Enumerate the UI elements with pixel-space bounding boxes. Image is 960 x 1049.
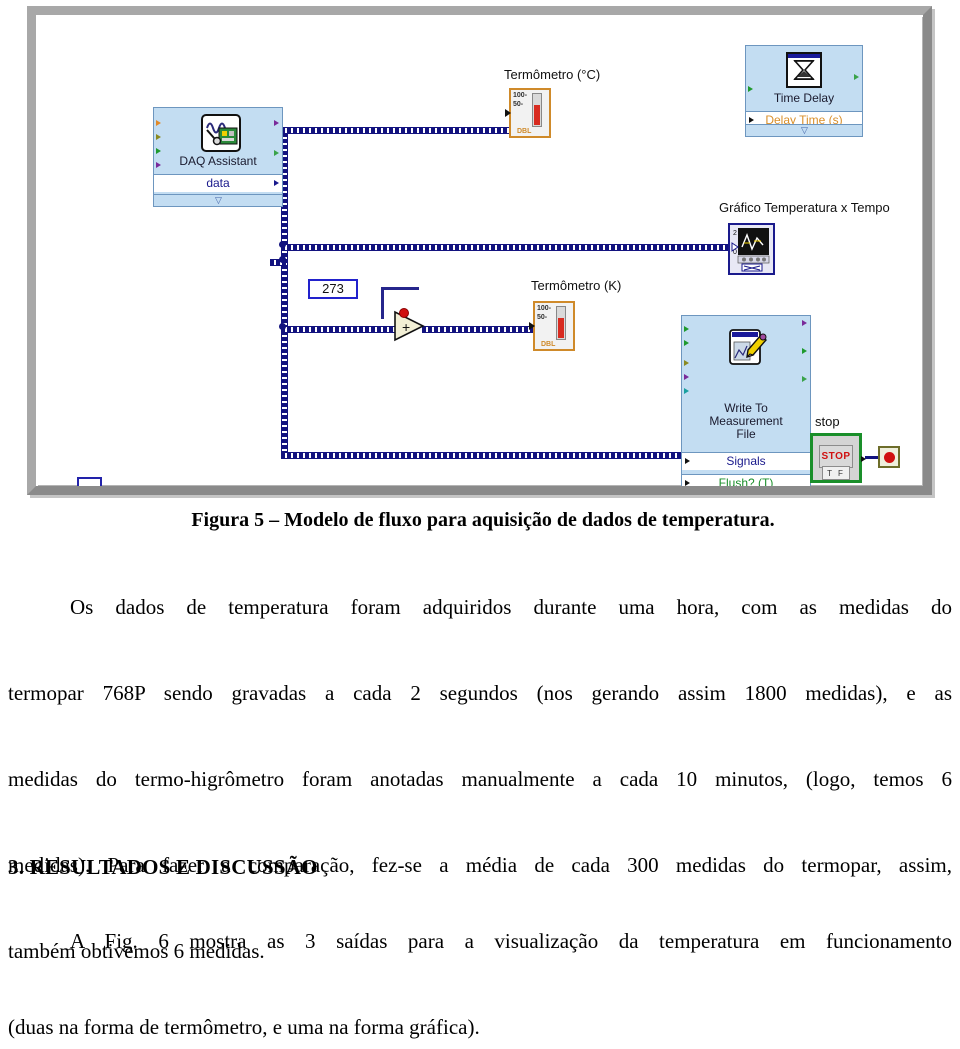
terminal-left-5-icon <box>684 388 689 394</box>
time-delay-grow-handle[interactable]: ▽ <box>746 124 862 136</box>
daq-grow-handle[interactable]: ▽ <box>154 194 282 206</box>
waveform-chart-icon: 2 0 <box>730 225 773 273</box>
signals-label: Signals <box>726 454 766 468</box>
daq-data-terminal[interactable]: data <box>154 174 282 192</box>
svg-text:+: + <box>402 319 410 335</box>
daq-assistant-title: DAQ Assistant <box>179 154 257 168</box>
node-write-to-measurement-file[interactable]: Write To Measurement File Signals Flush?… <box>681 315 811 486</box>
numeric-constant-273[interactable]: 273 <box>308 279 358 299</box>
wire-junction <box>279 323 286 330</box>
svg-text:2: 2 <box>733 230 737 237</box>
terminal-right-1-icon <box>274 120 279 126</box>
wire-stop-to-condition <box>865 456 879 459</box>
signals-terminal[interactable]: Signals <box>682 452 810 470</box>
while-loop-frame: DAQ Assistant data ▽ Time Delay Delay Ti… <box>27 6 932 495</box>
figure-labview-diagram: DAQ Assistant data ▽ Time Delay Delay Ti… <box>0 0 960 500</box>
loop-conditional-terminal[interactable] <box>878 446 900 468</box>
wire-to-thermometer-c <box>281 127 536 134</box>
wire-to-graph <box>281 244 731 251</box>
thermo-k-input-arrow-icon <box>529 322 535 330</box>
signals-arrow-icon <box>685 458 690 464</box>
indicator-thermometer-celsius[interactable]: 100- 50- DBL <box>505 88 551 138</box>
terminal-left-2-icon <box>156 134 161 140</box>
wire-constant-vertical <box>381 287 384 319</box>
flush-arrow-icon <box>685 480 690 486</box>
paragraph-2-line-1: A Fig. 6 mostra as 3 saídas para a visua… <box>70 929 952 953</box>
stop-boolean-text: T F <box>822 466 850 480</box>
stop-sign-icon <box>883 451 895 463</box>
daq-data-label: data <box>206 176 230 190</box>
wire-add-to-thermometer-k <box>422 326 546 333</box>
terminal-right-2-icon <box>802 348 807 354</box>
wire-constant-horizontal <box>381 287 419 290</box>
thermo-c-scale: 100- 50- <box>513 92 527 108</box>
terminal-left-4-icon <box>684 374 689 380</box>
chevron-down-icon: ▽ <box>801 125 808 135</box>
control-stop-button[interactable]: STOP T F <box>810 433 866 483</box>
stop-label: stop <box>815 414 840 429</box>
thermo-c-datatype: DBL <box>516 128 533 136</box>
terminal-right-1-icon <box>802 320 807 326</box>
terminal-left-3-icon <box>156 148 161 154</box>
thermometer-k-label: Termômetro (K) <box>531 278 622 293</box>
flush-terminal[interactable]: Flush? (T) <box>682 474 810 486</box>
write-file-title-line-1: Write To <box>724 401 768 415</box>
wire-junction <box>279 241 286 248</box>
time-delay-title: Time Delay <box>773 91 835 105</box>
iteration-terminal-label: i <box>88 484 92 487</box>
terminal-left-3-icon <box>684 360 689 366</box>
terminal-left-2-icon <box>684 340 689 346</box>
stop-button-face[interactable]: STOP <box>819 445 853 468</box>
data-terminal-arrow-icon <box>274 180 279 186</box>
paragraph-1-line-2: termopar 768P sendo gravadas a cada 2 se… <box>8 681 952 705</box>
node-time-delay[interactable]: Time Delay Delay Time (s) ▽ <box>745 45 863 137</box>
thermo-c-tube-icon <box>532 93 542 127</box>
delay-time-arrow-icon <box>749 117 754 123</box>
while-loop-interior: DAQ Assistant data ▽ Time Delay Delay Ti… <box>36 15 923 486</box>
node-daq-assistant[interactable]: DAQ Assistant data ▽ <box>153 107 283 207</box>
terminal-right-error-out-icon <box>854 74 859 80</box>
wire-junction <box>279 256 286 263</box>
hourglass-icon <box>786 52 822 88</box>
daq-card-waveform-icon <box>201 114 241 152</box>
iteration-terminal[interactable]: i <box>77 477 102 486</box>
figure-caption: Figura 5 – Modelo de fluxo para aquisiçã… <box>191 509 775 531</box>
thermo-k-scale: 100- 50- <box>537 305 551 321</box>
constant-value: 273 <box>322 281 344 296</box>
wire-to-write-file <box>281 452 681 459</box>
stop-face-text: STOP <box>821 451 851 462</box>
wire-to-add <box>281 326 401 333</box>
thermo-k-datatype: DBL <box>540 341 557 349</box>
flush-label: Flush? (T) <box>718 476 774 486</box>
terminal-right-3-icon <box>802 376 807 382</box>
chevron-down-icon: ▽ <box>215 195 222 205</box>
paragraph-2: A Fig. 6 mostra as 3 saídas para a visua… <box>8 920 952 1049</box>
indicator-thermometer-kelvin[interactable]: 100- 50- DBL <box>529 301 575 351</box>
terminal-left-1-icon <box>156 120 161 126</box>
thermo-c-input-arrow-icon <box>505 109 511 117</box>
terminal-left-1-icon <box>684 326 689 332</box>
indicator-waveform-chart[interactable]: 2 0 <box>728 223 775 275</box>
paragraph-1-line-1: Os dados de temperatura foram adquiridos… <box>70 595 952 619</box>
write-file-title-line-3: File <box>736 426 756 441</box>
write-to-file-pencil-icon <box>728 328 768 370</box>
node-add-function[interactable]: + <box>393 308 427 344</box>
thermo-k-tube-icon <box>556 306 566 340</box>
write-file-title-line-2: Measurement <box>709 413 783 428</box>
paragraph-2-line-2: (duas na forma de termômetro, e uma na f… <box>8 1015 480 1039</box>
graph-label: Gráfico Temperatura x Tempo <box>719 200 890 215</box>
thermometer-c-label: Termômetro (°C) <box>504 67 601 82</box>
paragraph-1: Os dados de temperatura foram adquiridos… <box>8 586 952 973</box>
write-file-title: Write To Measurement File <box>682 402 810 441</box>
paragraph-1-line-3: medidas do termo-higrômetro foram anotad… <box>8 767 952 791</box>
section-heading: 3. RESULTADOS E DISCUSSÃO <box>8 855 318 879</box>
